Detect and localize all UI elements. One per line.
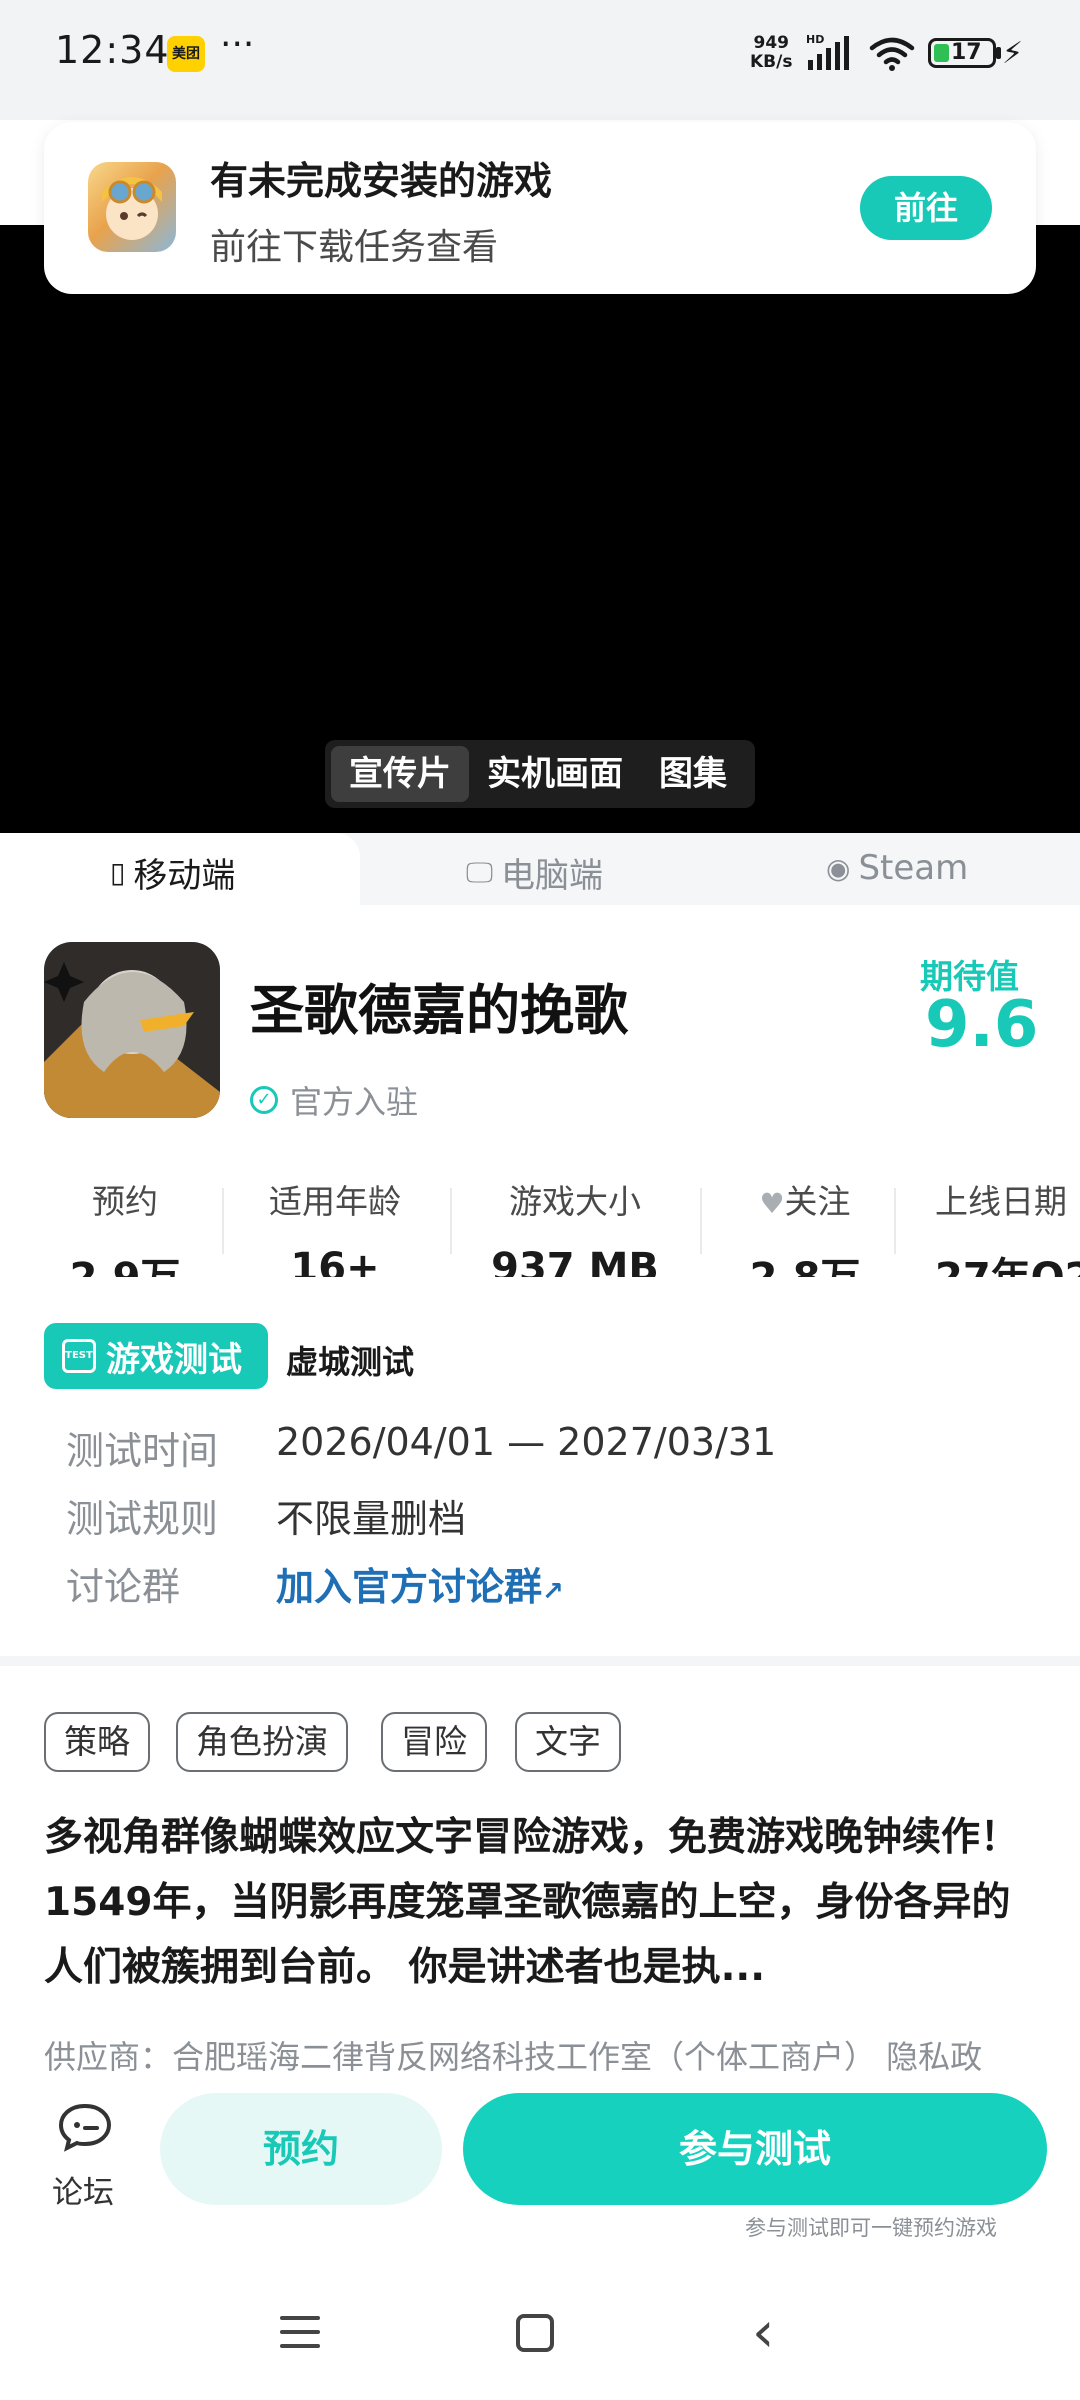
- test-icon: TEST: [62, 1339, 96, 1373]
- stat-reservations: 预约 2.9万: [60, 1175, 190, 1277]
- test-time-label: 测试时间: [66, 1429, 219, 1473]
- monitor-icon: 🖵: [466, 855, 493, 889]
- discussion-group-label: 讨论群: [66, 1565, 181, 1609]
- test-type: 虚城测试: [286, 1343, 415, 1381]
- tab-promo-video[interactable]: 宣传片: [331, 746, 469, 802]
- stat-value: 937 MB: [491, 1245, 659, 1277]
- stat-label: 游戏大小: [509, 1182, 641, 1221]
- forum-label[interactable]: 论坛: [52, 2167, 114, 2212]
- stat-divider: [450, 1188, 452, 1254]
- stat-label: 关注: [784, 1182, 851, 1221]
- stat-label: 适用年龄: [269, 1182, 401, 1221]
- network-speed-value: 949: [753, 33, 789, 53]
- join-group-link[interactable]: 加入官方讨论群↗: [276, 1556, 564, 1611]
- supplier-info[interactable]: 供应商：合肥瑶海二律背反网络科技工作室（个体工商户） 隐私政: [44, 2032, 1080, 2078]
- stat-divider: [222, 1188, 224, 1254]
- game-icon: [44, 942, 220, 1118]
- tab-mobile[interactable]: ▯ 移动端: [110, 848, 235, 897]
- discussion-group-row: 讨论群 加入官方讨论群↗: [66, 1556, 564, 1611]
- network-speed: 949 KB/s: [750, 34, 792, 72]
- test-rule-label: 测试规则: [66, 1497, 219, 1541]
- join-group-link-label: 加入官方讨论群: [276, 1565, 543, 1609]
- tab-pc-label: 电脑端: [501, 856, 603, 896]
- game-test-badge: TEST 游戏测试: [44, 1323, 268, 1389]
- charging-icon: ⚡: [1002, 36, 1024, 71]
- phone-icon: ▯: [110, 856, 126, 889]
- join-test-button[interactable]: 参与测试: [463, 2093, 1047, 2205]
- forum-icon[interactable]: [57, 2102, 113, 2152]
- battery-cap: [996, 47, 1001, 59]
- wifi-icon: [869, 37, 915, 71]
- stat-followers[interactable]: ♥关注 2.8万: [730, 1175, 880, 1277]
- media-tab-bar: 宣传片 实机画面 图集: [325, 740, 755, 808]
- verified-check-icon: ✓: [250, 1086, 278, 1114]
- tab-steam[interactable]: ◉ Steam: [826, 848, 968, 888]
- go-button[interactable]: 前往: [860, 176, 992, 240]
- reserve-button[interactable]: 预约: [160, 2093, 442, 2205]
- meituan-notification-icon: 美团: [167, 36, 205, 72]
- notification-subtitle: 前往下载任务查看: [210, 227, 499, 268]
- test-rule-row: 测试规则 不限量删档: [66, 1488, 466, 1543]
- expectation-score: 9.6: [925, 988, 1039, 1062]
- tab-pc[interactable]: 🖵 电脑端: [466, 848, 603, 897]
- signal-icon: HD: [806, 33, 849, 70]
- tab-gameplay[interactable]: 实机画面: [469, 746, 641, 802]
- test-badge-label: 游戏测试: [106, 1339, 242, 1380]
- external-link-icon: ↗: [542, 1577, 564, 1607]
- stat-divider: [894, 1188, 896, 1254]
- join-test-note: 参与测试即可一键预约游戏: [745, 2216, 997, 2240]
- test-time-row: 测试时间 2026/04/01 — 2027/03/31: [66, 1420, 776, 1475]
- home-icon[interactable]: [516, 2314, 554, 2352]
- more-notifications-icon: ···: [220, 24, 255, 65]
- stat-label-with-icon: ♥关注: [730, 1175, 880, 1223]
- stat-value: 27年Q2: [935, 1245, 1080, 1277]
- battery-level: 17: [951, 40, 982, 65]
- test-rule-value: 不限量删档: [276, 1497, 467, 1541]
- stat-value: 16+: [290, 1245, 380, 1277]
- network-speed-unit: KB/s: [750, 52, 793, 72]
- game-title: 圣歌德嘉的挽歌: [250, 979, 628, 1042]
- stat-value: 2.9万: [60, 1245, 190, 1277]
- status-time: 12:34: [55, 28, 170, 72]
- stat-release-date: 上线日期 27年Q2: [935, 1175, 1080, 1277]
- game-description[interactable]: 多视角群像蝴蝶效应文字冒险游戏，免费游戏晚钟续作！ 1549年，当阴影再度笼罩圣…: [44, 1805, 1044, 2000]
- game-app-icon: [88, 162, 176, 252]
- tab-steam-label: Steam: [858, 848, 969, 888]
- stat-game-size: 游戏大小 937 MB: [485, 1175, 665, 1277]
- tab-gallery[interactable]: 图集: [641, 746, 745, 802]
- svg-text:HD: HD: [806, 33, 824, 46]
- heart-plus-icon: ♥: [759, 1187, 785, 1220]
- stat-age-rating: 适用年龄 16+: [255, 1175, 415, 1277]
- tag-strategy[interactable]: 策略: [44, 1712, 150, 1772]
- stat-label: 预约: [92, 1182, 158, 1221]
- section-divider: [0, 1656, 1080, 1666]
- steam-icon: ◉: [826, 851, 851, 885]
- tag-adventure[interactable]: 冒险: [381, 1712, 487, 1772]
- stat-value: 2.8万: [730, 1245, 880, 1277]
- stat-divider: [700, 1188, 702, 1254]
- official-badge: ✓ 官方入驻: [250, 1077, 418, 1123]
- stat-label: 上线日期: [935, 1182, 1067, 1221]
- test-time-value: 2026/04/01 — 2027/03/31: [276, 1420, 777, 1464]
- official-label: 官方入驻: [290, 1083, 419, 1121]
- tag-text[interactable]: 文字: [515, 1712, 621, 1772]
- battery-icon: 17: [928, 38, 996, 68]
- tab-mobile-label: 移动端: [133, 856, 236, 896]
- tag-rpg[interactable]: 角色扮演: [176, 1712, 348, 1772]
- notification-title: 有未完成安装的游戏: [210, 159, 553, 203]
- menu-icon[interactable]: [280, 2316, 320, 2358]
- back-icon[interactable]: ‹: [752, 2300, 774, 2365]
